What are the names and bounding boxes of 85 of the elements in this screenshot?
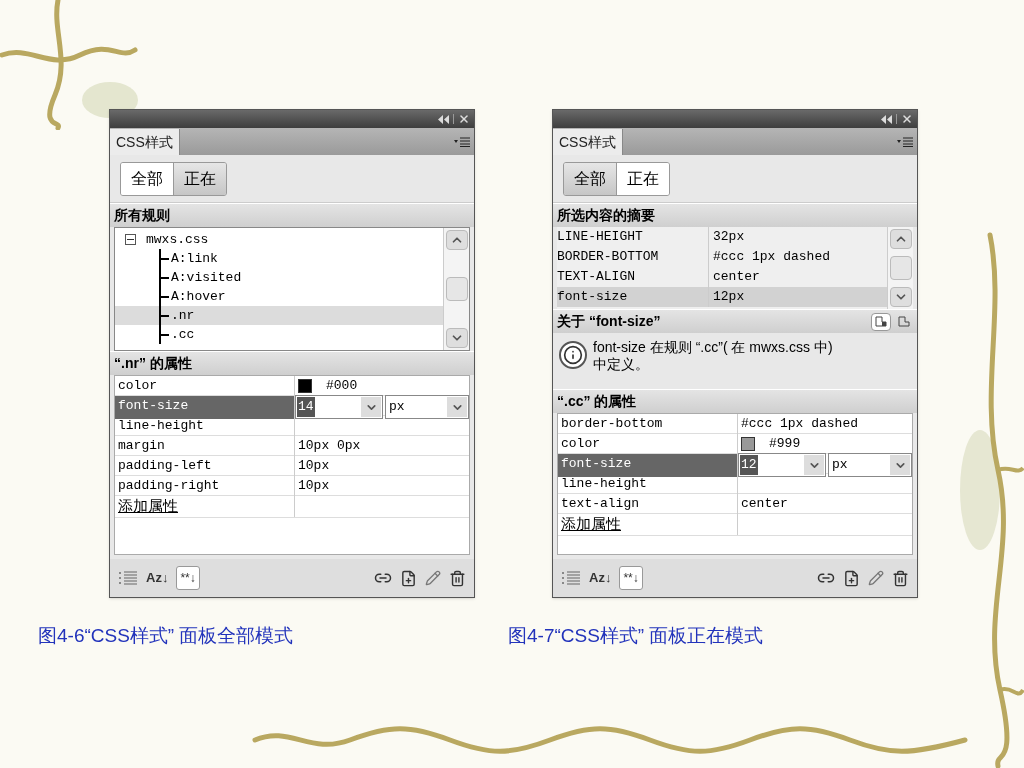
category-view-icon[interactable] [561, 571, 581, 585]
trash-icon[interactable] [892, 569, 909, 587]
summary-row[interactable]: BORDER-BOTTOM #ccc 1px dashed [557, 247, 887, 267]
value-combo[interactable]: 12 [738, 453, 826, 477]
sort-alphabetical-button[interactable]: Az↓ [144, 568, 171, 588]
property-value: center [741, 495, 788, 514]
mode-tab[interactable]: 正在 [173, 162, 226, 195]
mode-tab[interactable]: 全部 [121, 162, 173, 195]
property-value: #ccc 1px dashed [741, 415, 859, 434]
summary-value: 32px [712, 228, 746, 246]
close-icon[interactable] [901, 113, 913, 125]
property-name[interactable]: margin [115, 436, 295, 456]
tree-item[interactable]: A:visited [115, 268, 443, 287]
summary-value: center [712, 268, 761, 286]
summary-property: BORDER-BOTTOM [557, 247, 709, 267]
panel-tab[interactable]: CSS样式 [110, 129, 180, 155]
pencil-icon[interactable] [868, 570, 884, 586]
tree-item[interactable]: mwxs.css [146, 229, 209, 250]
category-view-icon[interactable] [118, 571, 138, 585]
section-title: 所有规则 [114, 206, 170, 225]
sort-set-properties-button[interactable]: **↓ [176, 566, 200, 590]
color-swatch[interactable] [741, 437, 755, 451]
summary-property: LINE-HEIGHT [557, 227, 709, 247]
info-message: font-size 在规则 “.cc”( 在 mwxs.css 中)中定义。 [593, 339, 834, 373]
summary-row[interactable]: LINE-HEIGHT 32px [557, 227, 887, 247]
section-title: “.nr” 的属性 [114, 354, 192, 373]
figure-caption: 图4-6“CSS样式” 面板全部模式 [38, 624, 295, 648]
collapse-icon[interactable] [437, 114, 449, 124]
section-title: “.cc” 的属性 [557, 392, 637, 411]
show-cascade-icon[interactable] [871, 312, 891, 331]
tree-item[interactable]: .nr [115, 306, 443, 325]
add-property-link[interactable]: 添加属性 [115, 496, 295, 517]
tree-item[interactable]: A:link [115, 249, 443, 268]
property-value: 10px [298, 477, 330, 496]
close-icon[interactable] [458, 113, 470, 125]
scrollbar[interactable] [887, 227, 913, 309]
panel-menu-icon[interactable] [454, 137, 470, 147]
info-icon [559, 341, 587, 369]
value-text: 12 [740, 455, 758, 475]
figure-caption: 图4-7“CSS样式” 面板正在模式 [508, 624, 765, 648]
property-name[interactable]: padding-right [115, 476, 295, 496]
scroll-down-button[interactable] [445, 328, 468, 348]
trash-icon[interactable] [449, 569, 466, 587]
property-name[interactable]: padding-left [115, 456, 295, 476]
property-value: 10px 0px [298, 437, 361, 456]
scroll-up-button[interactable] [889, 229, 912, 249]
property-name[interactable]: font-size [558, 454, 738, 477]
scroll-down-button[interactable] [889, 287, 912, 307]
sort-set-properties-button[interactable]: **↓ [619, 566, 643, 590]
summary-row[interactable]: font-size 12px [557, 287, 887, 307]
tree-item[interactable]: .cc [115, 325, 443, 344]
panel-menu-icon[interactable] [897, 137, 913, 147]
scroll-thumb[interactable] [445, 277, 468, 301]
scroll-up-button[interactable] [445, 230, 468, 250]
property-value: 10px [298, 457, 330, 476]
summary-property: font-size [557, 287, 709, 307]
scroll-thumb[interactable] [889, 256, 912, 280]
section-title: 所选内容的摘要 [557, 206, 655, 225]
pencil-icon[interactable] [425, 570, 441, 586]
new-file-icon[interactable] [400, 569, 417, 587]
section-title: 关于 “font-size” [557, 312, 661, 331]
property-name[interactable]: border-bottom [558, 414, 738, 434]
collapse-icon[interactable] [125, 234, 136, 245]
mode-tab[interactable]: 全部 [564, 162, 616, 195]
add-property-link[interactable]: 添加属性 [558, 514, 738, 535]
sort-alphabetical-button[interactable]: Az↓ [587, 568, 614, 588]
tree-item[interactable]: A:hover [115, 287, 443, 306]
property-name[interactable]: line-height [558, 474, 738, 494]
unit-select[interactable]: px [385, 395, 469, 419]
unit-select[interactable]: px [828, 453, 912, 477]
property-value: #000 [326, 377, 358, 396]
value-text: 14 [297, 397, 315, 417]
property-name[interactable]: font-size [115, 396, 295, 419]
property-name[interactable]: text-align [558, 494, 738, 514]
summary-value: #ccc 1px dashed [712, 248, 832, 266]
summary-value: 12px [712, 288, 746, 306]
scrollbar[interactable] [443, 228, 469, 350]
color-swatch[interactable] [298, 379, 312, 393]
new-file-icon[interactable] [843, 569, 860, 587]
property-name[interactable]: line-height [115, 416, 295, 436]
value-combo[interactable]: 14 [295, 395, 383, 419]
property-value: #999 [769, 435, 801, 454]
collapse-icon[interactable] [880, 114, 892, 124]
mode-tab[interactable]: 正在 [616, 162, 669, 195]
panel-tab[interactable]: CSS样式 [553, 129, 623, 155]
